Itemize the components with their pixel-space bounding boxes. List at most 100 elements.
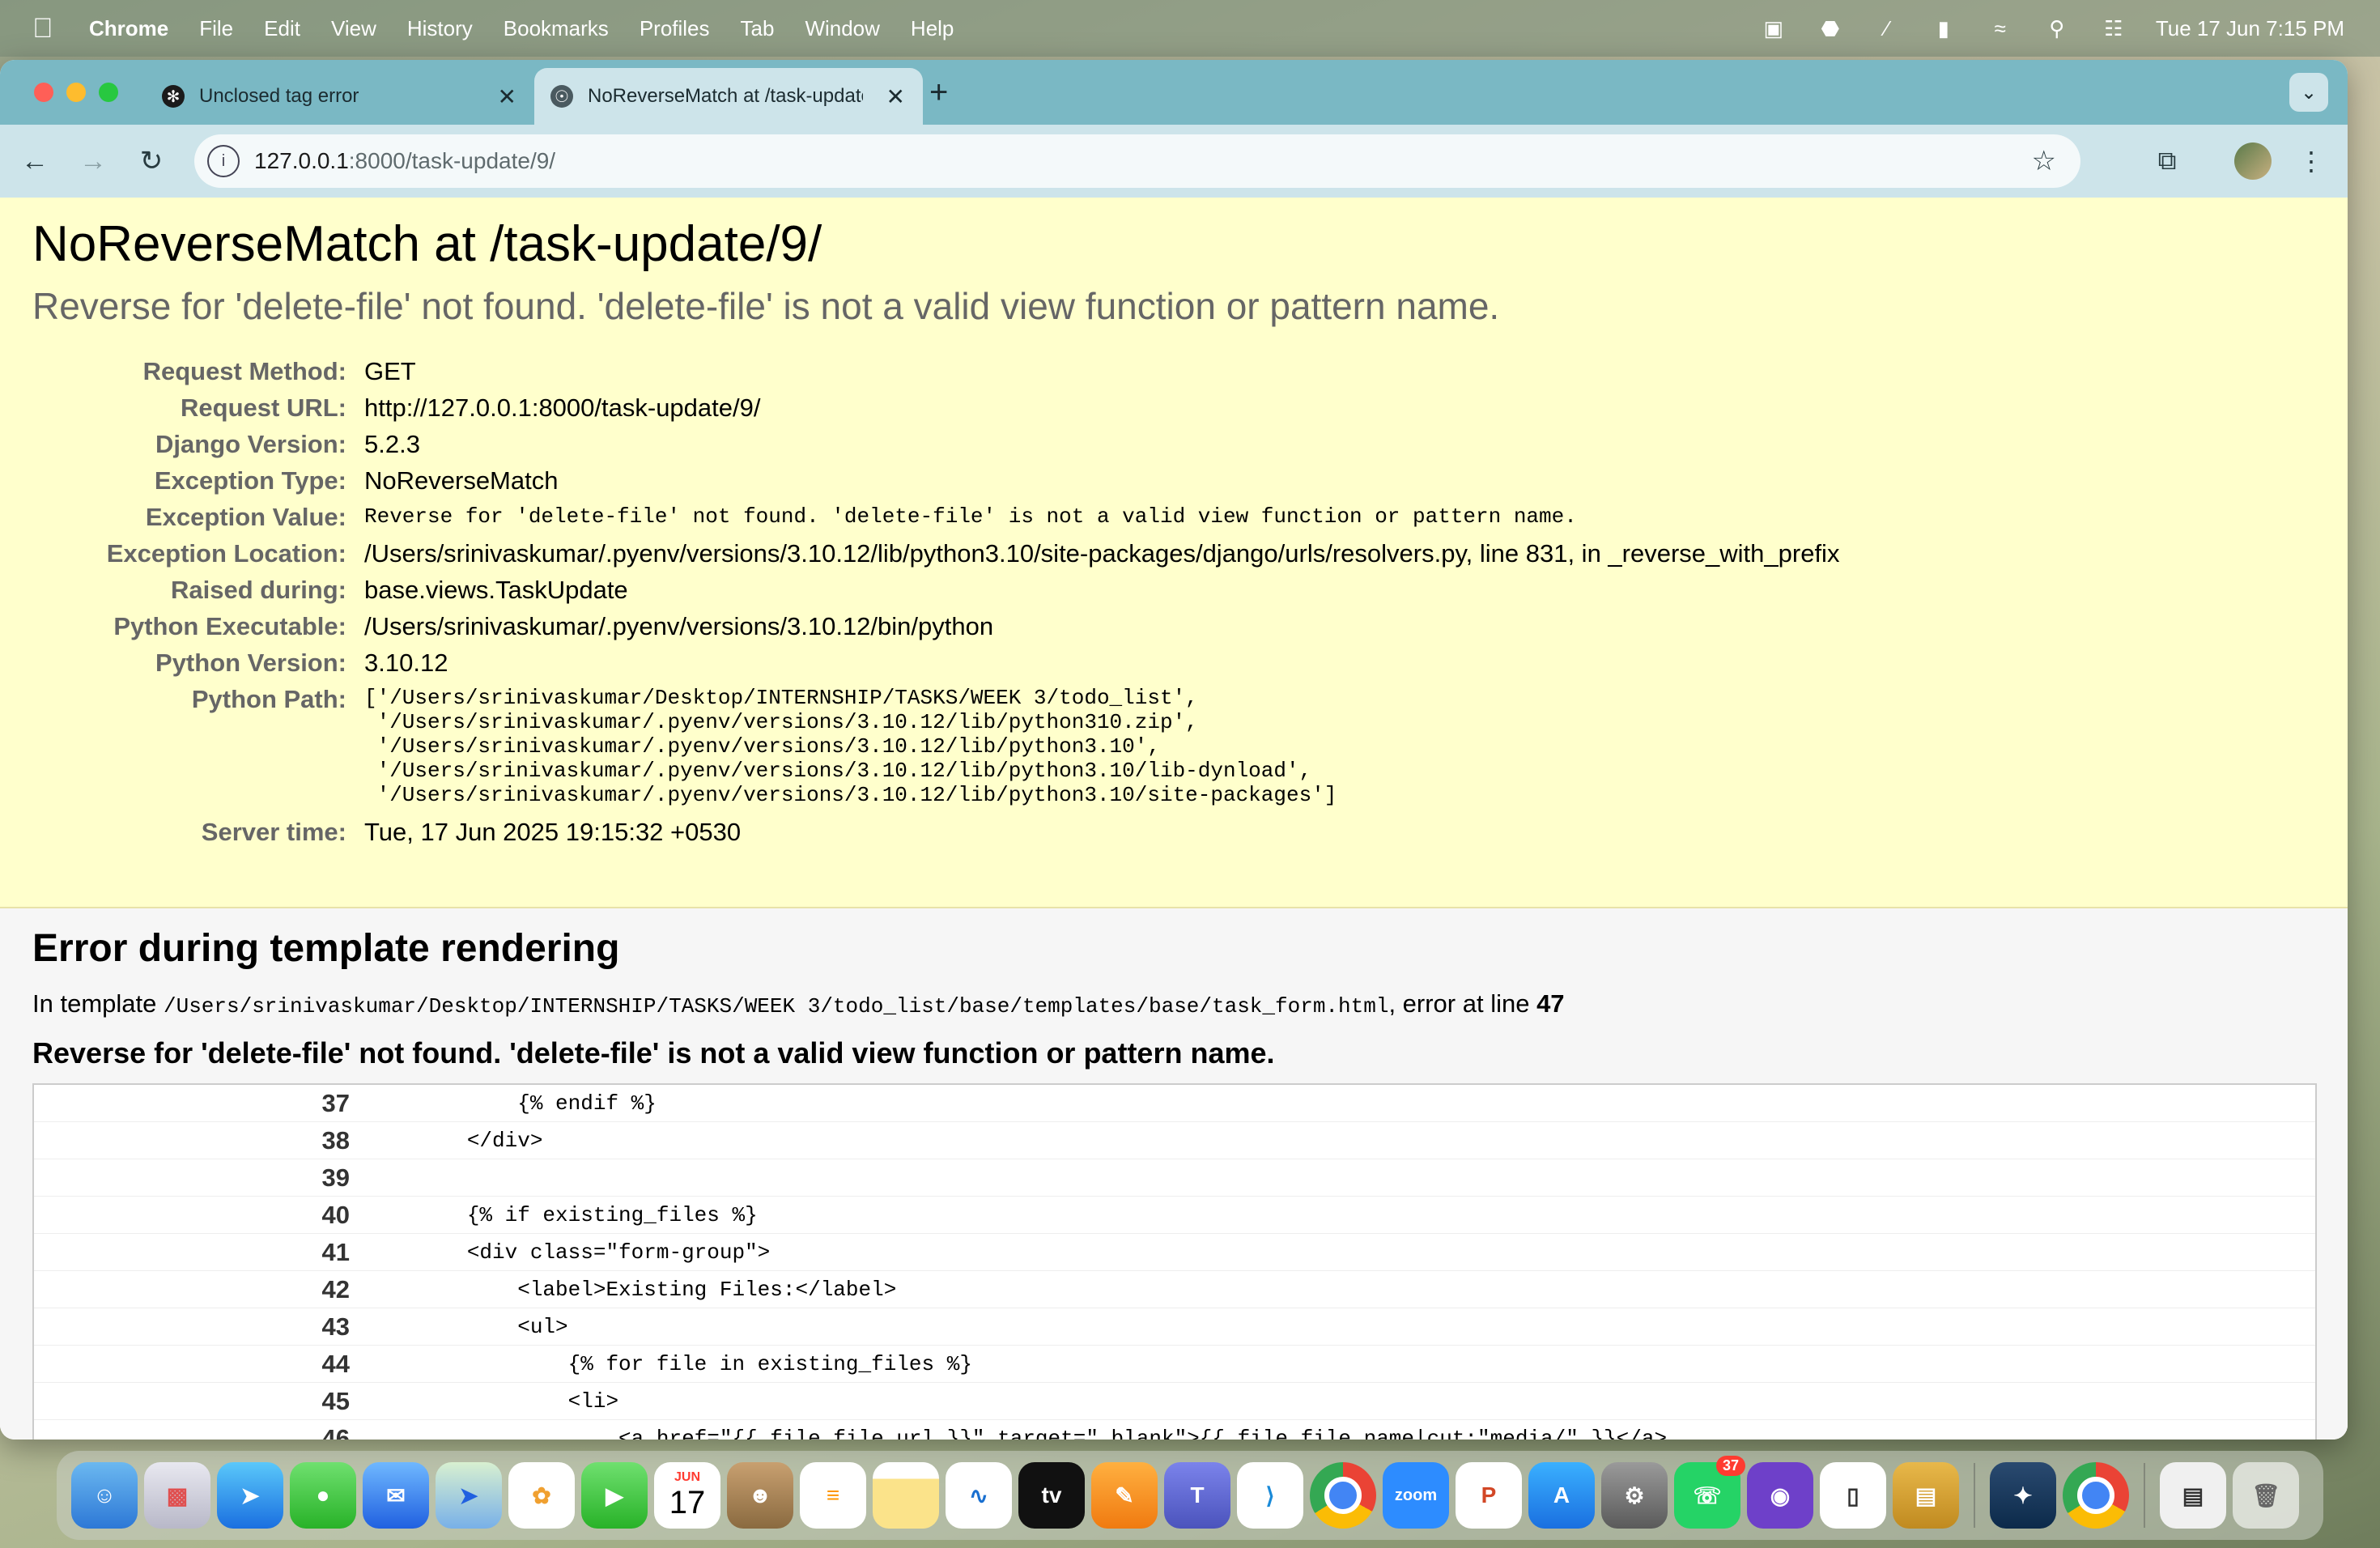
menu-view[interactable]: View (331, 16, 376, 41)
notes-icon[interactable] (873, 1462, 939, 1529)
reload-icon[interactable]: ↻ (133, 142, 170, 180)
menu-window[interactable]: Window (805, 16, 879, 41)
menu-profiles[interactable]: Profiles (640, 16, 710, 41)
window-zoom-button[interactable] (99, 83, 118, 102)
tab-unclosed-tag-error[interactable]: ✻ Unclosed tag error ✕ (146, 68, 534, 125)
window-close-button[interactable] (34, 83, 53, 102)
freeform-icon[interactable]: ∿ (946, 1462, 1012, 1529)
profile-avatar[interactable] (2234, 142, 2272, 180)
meta-value: GET (364, 357, 416, 385)
tab-close-icon[interactable]: ✕ (886, 83, 905, 110)
line-number: 38 (321, 1125, 350, 1155)
powerpoint-icon[interactable]: P (1456, 1462, 1522, 1529)
archive-utility-icon[interactable]: ▤ (1893, 1462, 1959, 1529)
template-error-section: Error during template rendering In templ… (0, 908, 2348, 1440)
meta-key: Request URL: (181, 393, 346, 422)
forward-arrow-icon[interactable]: → (74, 142, 112, 180)
teams-icon[interactable]: T (1164, 1462, 1230, 1529)
screen-mirroring-icon[interactable]: ▣ (1759, 16, 1788, 40)
back-arrow-icon[interactable]: ← (16, 142, 53, 180)
mysql-workbench-icon[interactable]: ✦ (1990, 1462, 2056, 1529)
tv-label: tv (1041, 1482, 1062, 1508)
source-line: 38 </div> (34, 1122, 2315, 1159)
apple-menu-icon[interactable]:  (32, 13, 57, 45)
reminders-icon[interactable]: ≡ (800, 1462, 866, 1529)
control-center-icon[interactable]: ☷ (2099, 16, 2128, 40)
keyboard-app-icon[interactable]: ⬣ (1816, 16, 1845, 40)
photos-icon[interactable]: ✿ (508, 1462, 575, 1529)
dock-separator (2144, 1463, 2145, 1528)
menu-tab[interactable]: Tab (741, 16, 775, 41)
facetime-icon[interactable]: ▶ (581, 1462, 648, 1529)
template-error-heading: Error during template rendering (32, 927, 620, 970)
calendar-icon[interactable]: JUN 17 (654, 1462, 720, 1529)
menu-help[interactable]: Help (911, 16, 954, 41)
meta-key: Python Version: (155, 649, 346, 677)
line-number: 37 (321, 1088, 350, 1117)
chrome-window: ✻ Unclosed tag error ✕ ☉ NoReverseMatch … (0, 60, 2348, 1440)
trash-icon[interactable]: 🗑 (2233, 1462, 2299, 1529)
source-line: 42 <label>Existing Files:</label> (34, 1271, 2315, 1308)
github-desktop-icon[interactable]: ◉ (1747, 1462, 1813, 1529)
source-line: 46 <a href="{{ file.file.url }}" target=… (34, 1420, 2315, 1440)
menu-edit[interactable]: Edit (264, 16, 300, 41)
messages-icon[interactable]: ● (290, 1462, 356, 1529)
vscode-icon[interactable]: ⟩ (1237, 1462, 1303, 1529)
tab-search-chevron-icon[interactable]: ⌄ (2289, 73, 2328, 112)
template-location: In template /Users/srinivaskumar/Desktop… (32, 989, 2315, 1019)
contacts-icon[interactable]: ☻ (727, 1462, 793, 1529)
safari-icon[interactable]: ➤ (217, 1462, 283, 1529)
wifi-icon[interactable]: ≈ (1986, 16, 2015, 40)
menu-bookmarks[interactable]: Bookmarks (504, 16, 609, 41)
maps-icon[interactable]: ➤ (436, 1462, 502, 1529)
spotlight-search-icon[interactable]: ⚲ (2042, 16, 2072, 40)
meta-key: Exception Type: (154, 466, 346, 495)
window-minimize-button[interactable] (66, 83, 86, 102)
chrome-menu-kebab-icon[interactable]: ⋮ (2293, 142, 2330, 180)
address-bar[interactable]: i 127.0.0.1:8000/task-update/9/ ☆ (194, 134, 2080, 188)
downloads-stack-icon[interactable]: ▤ (2160, 1462, 2226, 1529)
meta-value: NoReverseMatch (364, 466, 559, 495)
browser-toolbar: ← → ↻ i 127.0.0.1:8000/task-update/9/ ☆ … (0, 125, 2348, 198)
line-number: 46 (321, 1423, 350, 1440)
menu-chrome[interactable]: Chrome (89, 16, 168, 41)
ppt-label: P (1481, 1482, 1497, 1508)
tab-close-icon[interactable]: ✕ (498, 83, 516, 110)
apple-tv-icon[interactable]: tv (1018, 1462, 1085, 1529)
pen-slash-icon[interactable]: ⁄ (1872, 16, 1902, 40)
pages-icon[interactable]: ✎ (1091, 1462, 1158, 1529)
macos-dock: ☺ ▩ ➤ ● ✉ ➤ ✿ ▶ JUN 17 ☻ ≡ ∿ tv ✎ T ⟩ zo… (57, 1451, 2323, 1540)
tab-strip: ✻ Unclosed tag error ✕ ☉ NoReverseMatch … (0, 60, 2348, 125)
line-number: 42 (321, 1274, 350, 1303)
extensions-puzzle-icon[interactable]: ⧉ (2148, 142, 2186, 180)
source-line: 45 <li> (34, 1383, 2315, 1420)
menu-file[interactable]: File (199, 16, 233, 41)
mail-icon[interactable]: ✉ (363, 1462, 429, 1529)
whatsapp-icon[interactable]: ☏ 37 (1674, 1456, 1745, 1529)
meta-value: Reverse for 'delete-file' not found. 'de… (364, 504, 1577, 529)
bookmark-star-icon[interactable]: ☆ (2032, 145, 2056, 177)
meta-value: 5.2.3 (364, 430, 420, 458)
meta-value: ['/Users/srinivaskumar/Desktop/INTERNSHI… (364, 686, 1337, 807)
battery-icon[interactable]: ▮ (1929, 16, 1958, 40)
chrome-icon[interactable] (1310, 1462, 1376, 1529)
meta-key: Server time: (201, 818, 346, 846)
tab-noreversematch[interactable]: ☉ NoReverseMatch at /task-update/9/ ✕ (534, 68, 923, 125)
menubar-clock[interactable]: Tue 17 Jun 7:15 PM (2156, 16, 2344, 41)
finder-icon[interactable]: ☺ (71, 1462, 138, 1529)
calendar-month: JUN (674, 1469, 700, 1484)
menu-history[interactable]: History (407, 16, 473, 41)
line-code: <a href="{{ file.file.url }}" target="_b… (366, 1426, 1668, 1440)
app-store-icon[interactable]: A (1528, 1462, 1595, 1529)
zoom-icon[interactable]: zoom (1383, 1462, 1449, 1529)
system-settings-icon[interactable]: ⚙ (1601, 1462, 1668, 1529)
iphone-mirroring-icon[interactable]: ▯ (1820, 1462, 1886, 1529)
dock-separator (1974, 1463, 1975, 1528)
new-tab-plus-icon[interactable]: + (929, 74, 948, 111)
site-info-icon[interactable]: i (207, 145, 240, 177)
launchpad-icon[interactable]: ▩ (144, 1462, 210, 1529)
chrome-running-icon[interactable] (2063, 1462, 2129, 1529)
error-title: NoReverseMatch at /task-update/9/ (32, 216, 822, 272)
tab-title: NoReverseMatch at /task-update/9/ (588, 85, 863, 107)
error-summary: NoReverseMatch at /task-update/9/ Revers… (0, 198, 2348, 908)
